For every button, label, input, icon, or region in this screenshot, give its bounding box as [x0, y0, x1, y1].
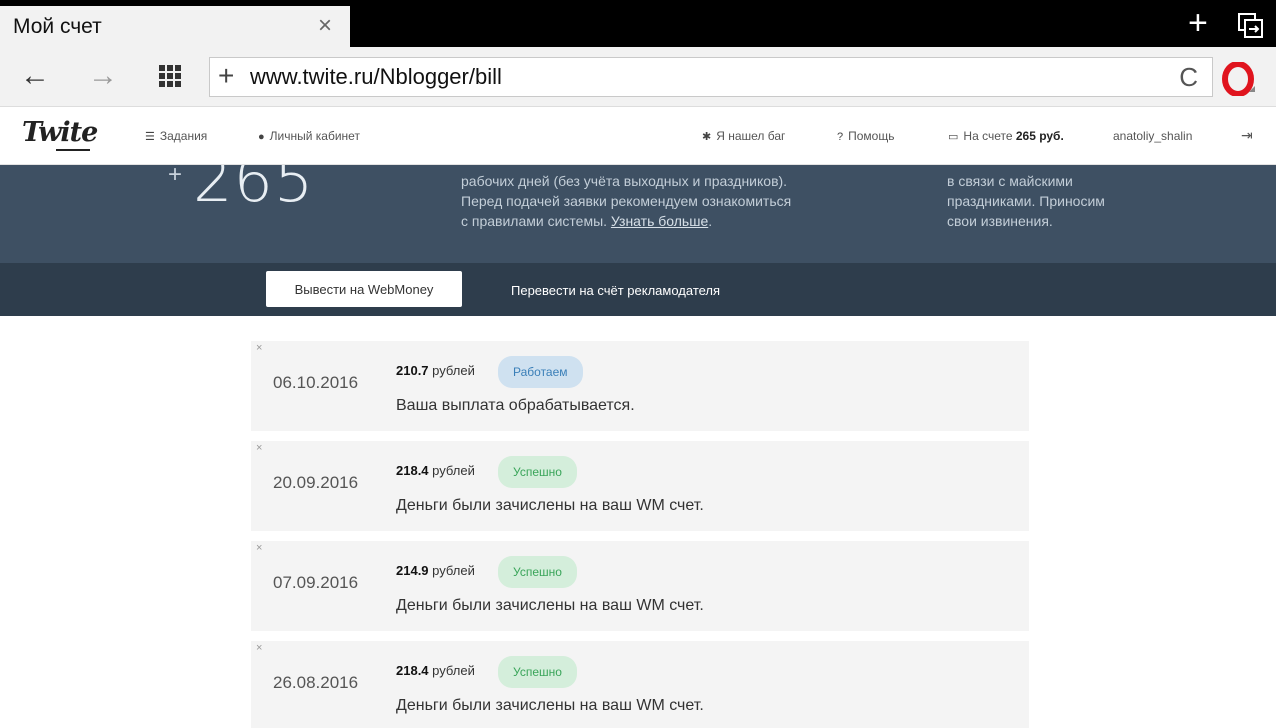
payment-amount-value: 218.4 [396, 663, 429, 678]
payment-amount-value: 218.4 [396, 463, 429, 478]
status-badge: Успешно [498, 556, 577, 588]
opera-menu-icon[interactable] [1222, 62, 1256, 96]
dismiss-icon[interactable]: × [256, 542, 262, 554]
bug-icon: ✱ [702, 131, 712, 143]
withdraw-info-line: рабочих дней (без учёта выходных и празд… [461, 173, 788, 189]
logo-underline [56, 149, 90, 151]
site-logo[interactable]: Twite [22, 117, 98, 148]
nav-bug-report[interactable]: ✱ Я нашел баг [702, 129, 785, 143]
payment-item: × 26.08.2016 218.4 рублей Успешно Деньги… [251, 641, 1029, 728]
browser-toolbar: ← → + www.twite.ru/Nblogger/bill C [0, 47, 1276, 107]
speed-dial-grid-icon[interactable] [159, 65, 181, 87]
logout-icon[interactable]: ⇥ [1241, 127, 1253, 144]
payment-amount-value: 210.7 [396, 363, 429, 378]
browser-tab-strip: Мой счет × + [0, 0, 1276, 47]
list-icon: ☰ [145, 131, 155, 143]
payment-message: Деньги были зачислены на ваш WM счет. [396, 497, 704, 514]
tab-title: Мой счет [13, 15, 102, 38]
nav-bug-label: Я нашел баг [716, 129, 786, 143]
url-text[interactable]: www.twite.ru/Nblogger/bill [250, 64, 502, 90]
payment-currency: рублей [432, 363, 475, 378]
payment-date: 26.08.2016 [273, 673, 359, 692]
nav-cabinet[interactable]: ● Личный кабинет [258, 129, 360, 143]
payment-message: Деньги были зачислены на ваш WM счет. [396, 597, 704, 614]
learn-more-link[interactable]: Узнать больше [611, 213, 708, 229]
address-bar[interactable]: + www.twite.ru/Nblogger/bill C [209, 57, 1213, 97]
forward-arrow-icon[interactable]: → [88, 59, 118, 93]
payment-message: Деньги были зачислены на ваш WM счет. [396, 697, 704, 714]
payment-item: × 20.09.2016 218.4 рублей Успешно Деньги… [251, 441, 1029, 531]
dismiss-icon[interactable]: × [256, 342, 262, 354]
question-icon: ? [837, 131, 844, 143]
payment-item: × 07.09.2016 214.9 рублей Успешно Деньги… [251, 541, 1029, 631]
tab-close-icon[interactable]: × [318, 12, 332, 40]
payment-amount: 218.4 рублей [396, 463, 475, 478]
status-badge: Успешно [498, 456, 577, 488]
dismiss-icon[interactable]: × [256, 642, 262, 654]
transfer-to-advertiser-link[interactable]: Перевести на счёт рекламодателя [511, 283, 720, 298]
nav-cabinet-label: Личный кабинет [269, 129, 360, 143]
withdraw-webmoney-button[interactable]: Вывести на WebMoney [266, 271, 462, 307]
payment-currency: рублей [432, 463, 475, 478]
add-bookmark-icon[interactable]: + [218, 58, 234, 94]
balance-sign: + [168, 165, 183, 188]
nav-balance[interactable]: ▭ На счете 265 руб. [948, 129, 1064, 143]
dismiss-icon[interactable]: × [256, 442, 262, 454]
tab-switcher-icon[interactable] [1238, 13, 1264, 39]
withdraw-info-line-text: с правилами системы. [461, 213, 611, 229]
nav-username[interactable]: anatoliy_shalin [1113, 129, 1192, 143]
nav-help-label: Помощь [848, 129, 895, 143]
withdraw-info-text: рабочих дней (без учёта выходных и празд… [461, 171, 791, 231]
payment-currency: рублей [432, 663, 475, 678]
payment-date: 07.09.2016 [273, 573, 359, 592]
balance-amount: 265 [193, 165, 315, 216]
payment-amount: 214.9 рублей [396, 563, 475, 578]
withdraw-info-period: . [708, 213, 713, 229]
user-icon: ● [258, 131, 265, 143]
back-arrow-icon[interactable]: ← [20, 59, 50, 93]
nav-tasks[interactable]: ☰ Задания [145, 129, 207, 143]
payment-message: Ваша выплата обрабатывается. [396, 397, 635, 414]
nav-tasks-label: Задания [159, 129, 208, 143]
holiday-notice-text: в связи с майскими праздниками. Приносим… [947, 171, 1105, 231]
status-badge: Работаем [498, 356, 583, 388]
payment-item: × 06.10.2016 210.7 рублей Работаем Ваша … [251, 341, 1029, 431]
reload-icon[interactable]: C [1179, 60, 1198, 94]
holiday-notice-line: в связи с майскими [947, 173, 1073, 189]
holiday-notice-line: праздниками. Приносим [947, 193, 1105, 209]
status-badge: Успешно [498, 656, 577, 688]
card-icon: ▭ [948, 131, 959, 143]
site-header: Twite ☰ Задания ● Личный кабинет ✱ Я нашел … [0, 107, 1276, 165]
payment-date: 20.09.2016 [273, 473, 359, 492]
payment-currency: рублей [432, 563, 475, 578]
holiday-notice-line: свои извинения. [947, 213, 1053, 229]
payment-amount: 210.7 рублей [396, 363, 475, 378]
browser-tab[interactable]: Мой счет × [0, 6, 350, 47]
withdraw-info-line: Перед подачей заявки рекомендуем ознаком… [461, 193, 792, 209]
balance-banner: + 265 рабочих дней (без учёта выходных и… [0, 165, 1276, 263]
nav-help[interactable]: ? Помощь [837, 129, 894, 143]
payment-date: 06.10.2016 [273, 373, 359, 392]
nav-balance-prefix: На счете [963, 129, 1013, 143]
new-tab-icon[interactable]: + [1188, 6, 1208, 40]
withdraw-info-line: с правилами системы. Узнать больше. [461, 211, 791, 231]
payment-amount-value: 214.9 [396, 563, 429, 578]
nav-balance-value: 265 руб. [1015, 129, 1064, 143]
action-bar: Вывести на WebMoney Перевести на счёт ре… [0, 263, 1276, 316]
payment-amount: 218.4 рублей [396, 663, 475, 678]
